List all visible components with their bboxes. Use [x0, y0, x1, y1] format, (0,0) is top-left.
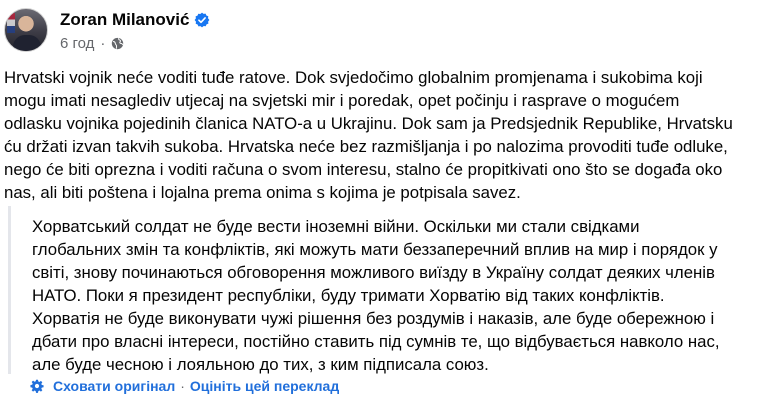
author-name[interactable]: Zoran Milanović: [60, 10, 189, 30]
actions-separator: ·: [180, 378, 185, 394]
facebook-post: Zoran Milanović 6 год · Hrvatski vojnik …: [0, 0, 779, 403]
rate-translation-link[interactable]: Оцініть цей переклад: [190, 378, 339, 394]
translated-text-line: але буде чесною і лояльною до тих, з ким…: [32, 355, 489, 374]
gear-icon[interactable]: [30, 379, 44, 393]
post-meta: 6 год ·: [60, 35, 124, 52]
post-timestamp[interactable]: 6 год: [60, 35, 94, 52]
original-text-line: nego će biti oprezna i voditi računa o s…: [4, 160, 723, 179]
translated-text-line: глобальних змін та конфліктів, які можут…: [32, 240, 718, 259]
author-header: Zoran Milanović: [60, 9, 210, 31]
original-text-line: nas, ali biti poštena i lojalna prema on…: [4, 183, 521, 202]
post-original-text: Hrvatski vojnik neće voditi tuđe ratove.…: [4, 66, 774, 204]
author-avatar[interactable]: [4, 8, 48, 52]
original-text-line: ću držati izvan takvih sukoba. Hrvatska …: [4, 137, 728, 156]
translated-text-line: НАТО. Поки я президент республіки, буду …: [32, 286, 665, 305]
translated-text: Хорватський солдат не буде вести іноземн…: [32, 215, 772, 376]
translated-text-line: світі, знову починаються обговорення мож…: [32, 263, 715, 282]
original-text-line: mogu imati nesaglediv utjecaj na svjetsk…: [4, 91, 680, 110]
translation-actions: Сховати оригінал · Оцініть цей переклад: [30, 378, 339, 394]
avatar-figure: [13, 35, 41, 51]
original-text-line: odlasku vojnika pojedinih članica NATO-a…: [4, 114, 733, 133]
original-text-line: Hrvatski vojnik neće voditi tuđe ratove.…: [4, 68, 703, 87]
translation-block: Хорватський солдат не буде вести іноземн…: [8, 206, 779, 374]
globe-icon[interactable]: [111, 37, 124, 50]
verified-badge-icon: [194, 12, 210, 28]
translated-text-line: дбати про власні інтереси, постійно став…: [32, 332, 720, 351]
flag-in-avatar: [7, 13, 15, 33]
translated-text-line: Хорватський солдат не буде вести іноземн…: [32, 217, 640, 236]
translated-text-line: Хорватія не буде виконувати чужі рішення…: [32, 309, 715, 328]
hide-original-link[interactable]: Сховати оригінал: [53, 378, 175, 394]
meta-separator: ·: [100, 35, 106, 52]
